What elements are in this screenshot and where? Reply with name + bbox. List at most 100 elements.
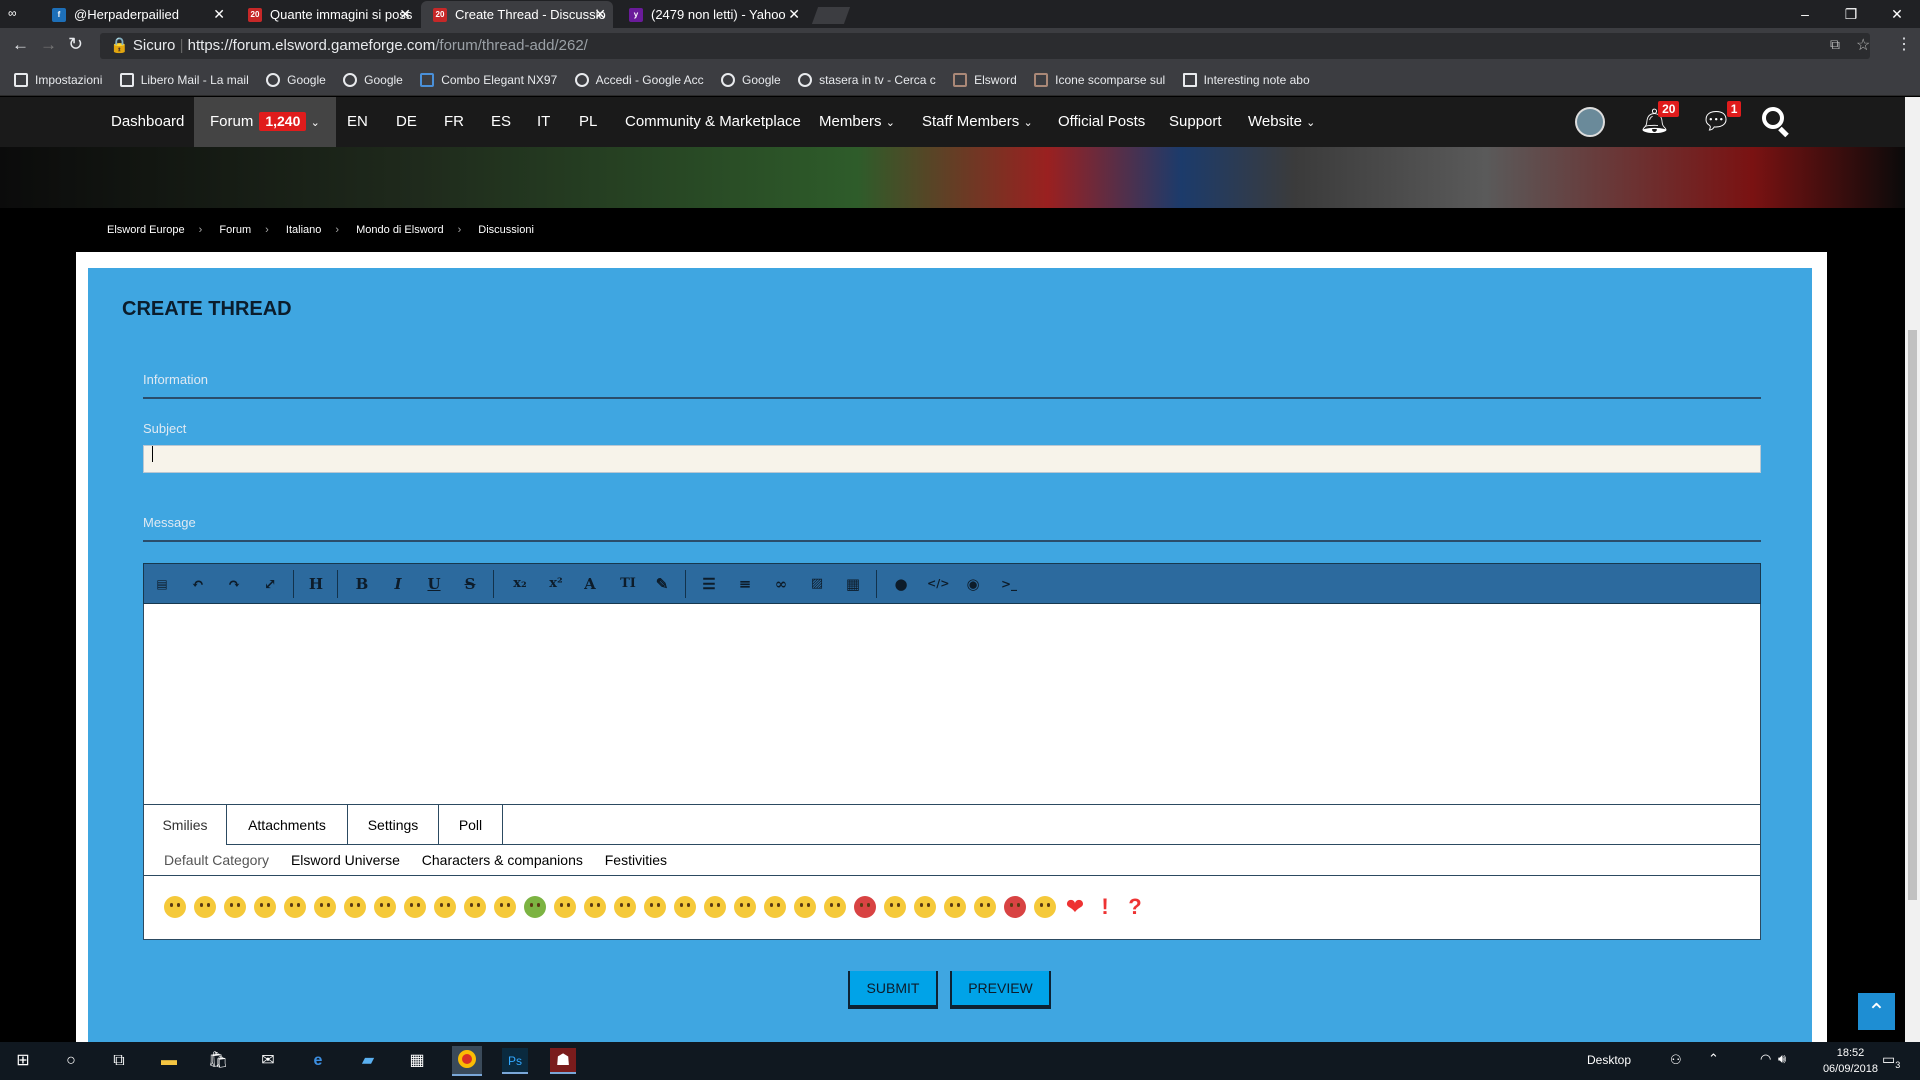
fullscreen-icon[interactable]: ⤢ [262, 576, 278, 592]
question-icon[interactable]: ? [1124, 896, 1146, 918]
smiley-icon[interactable] [314, 896, 336, 918]
smiley-icon[interactable] [614, 896, 636, 918]
tray-chevron-icon[interactable]: ⌃ [1708, 1051, 1719, 1067]
quote-icon[interactable]: ● [893, 576, 909, 592]
superscript-icon[interactable]: x² [546, 576, 566, 592]
exclamation-icon[interactable]: ! [1094, 896, 1116, 918]
preview-button[interactable]: PREVIEW [950, 971, 1051, 1009]
network-icon[interactable]: ◠ [1760, 1051, 1771, 1067]
smiley-icon[interactable] [734, 896, 756, 918]
heart-eyes-smiley-icon[interactable] [794, 896, 816, 918]
redo-icon[interactable]: ↷ [226, 576, 242, 592]
sick-smiley-icon[interactable] [524, 896, 546, 918]
smiley-icon[interactable] [644, 896, 666, 918]
elsword-game-icon[interactable]: ☗ [550, 1048, 576, 1074]
forward-icon[interactable]: → [40, 35, 57, 55]
cortana-icon[interactable]: ○ [58, 1048, 84, 1074]
volume-icon[interactable]: 🔊︎ [1778, 1051, 1786, 1067]
submit-button[interactable]: SUBMIT [848, 971, 938, 1009]
task-view-icon[interactable]: ⧉ [106, 1048, 132, 1074]
photoshop-icon[interactable]: Ps [502, 1048, 528, 1074]
nav-dashboard[interactable]: Dashboard [111, 97, 184, 147]
nav-en[interactable]: EN [347, 97, 368, 147]
nav-community[interactable]: Community & Marketplace [625, 97, 801, 147]
scroll-to-top-button[interactable]: ⌃ [1858, 993, 1895, 1030]
smiley-icon[interactable] [254, 896, 276, 918]
bookmark[interactable]: Google [721, 64, 781, 95]
thumbs-down-icon[interactable] [884, 896, 906, 918]
smiley-icon[interactable] [974, 896, 996, 918]
subject-input[interactable] [143, 445, 1761, 473]
smiley-icon[interactable] [374, 896, 396, 918]
category-characters[interactable]: Characters & companions [422, 852, 583, 868]
nav-pl[interactable]: PL [579, 97, 597, 147]
bookmark[interactable]: Google [266, 64, 326, 95]
reload-icon[interactable]: ↻ [68, 34, 83, 55]
link-icon[interactable]: ∞ [773, 576, 789, 592]
avatar[interactable] [1575, 107, 1605, 137]
italic-icon[interactable]: I [390, 576, 406, 592]
search-icon[interactable] [1762, 107, 1784, 129]
windows-start-icon[interactable]: ⊞ [10, 1048, 36, 1074]
nav-forum[interactable]: Forum 1,240 ⌄ [194, 97, 336, 148]
bookmark[interactable]: Combo Elegant NX97 [420, 64, 557, 95]
close-tab-icon[interactable]: ✕ [399, 1, 411, 28]
list-icon[interactable]: ☰ [701, 576, 717, 592]
category-festivities[interactable]: Festivities [605, 852, 667, 868]
browser-tab[interactable]: y (2479 non letti) - Yahoo ✕ [617, 1, 807, 28]
bold-icon[interactable]: B [354, 576, 370, 592]
nav-members[interactable]: Members ⌄ [819, 97, 895, 148]
browser-tab[interactable]: f @Herpaderpailied ✕ [40, 1, 232, 28]
bookmark[interactable]: Accedi - Google Acc [574, 64, 704, 95]
nav-support[interactable]: Support [1169, 97, 1222, 147]
notifications-icon[interactable]: 🔔︎ 20 [1639, 101, 1680, 135]
smiley-icon[interactable] [704, 896, 726, 918]
minimize-icon[interactable]: – [1782, 0, 1828, 28]
smiley-icon[interactable] [944, 896, 966, 918]
sunglasses-smiley-icon[interactable] [674, 896, 696, 918]
store-icon[interactable]: 🛍︎ [205, 1048, 231, 1074]
table-icon[interactable]: ▦ [845, 576, 861, 592]
breadcrumb-item[interactable]: Elsword Europe [107, 224, 185, 236]
heading-icon[interactable]: H [308, 576, 324, 592]
translate-icon[interactable]: ⧉ [1830, 36, 1840, 53]
maximize-icon[interactable]: ❐ [1828, 0, 1874, 28]
angel-smiley-icon[interactable] [1034, 896, 1056, 918]
desktop-label[interactable]: Desktop [1587, 1053, 1631, 1067]
color-icon[interactable]: ✎ [654, 576, 670, 592]
terminal-icon[interactable]: >_ [1001, 576, 1017, 592]
font-family-icon[interactable]: TI [618, 576, 638, 592]
bookmark[interactable]: Icone scomparse sul [1034, 64, 1165, 95]
strike-icon[interactable]: S [462, 576, 478, 592]
thumbs-up-icon[interactable] [914, 896, 936, 918]
smiley-icon[interactable] [464, 896, 486, 918]
smiley-icon[interactable] [824, 896, 846, 918]
smiley-icon[interactable] [494, 896, 516, 918]
menu-icon[interactable]: ⋮ [1896, 34, 1912, 54]
close-tab-icon[interactable]: ✕ [594, 1, 606, 28]
smiley-icon[interactable] [344, 896, 366, 918]
source-icon[interactable]: ▤ [154, 576, 170, 592]
close-tab-icon[interactable]: ✕ [213, 1, 225, 28]
subscript-icon[interactable]: x₂ [510, 576, 530, 592]
back-icon[interactable]: ← [12, 35, 29, 55]
mail-icon[interactable]: ✉ [255, 1048, 281, 1074]
tab-attachments[interactable]: Attachments [227, 805, 348, 846]
nav-de[interactable]: DE [396, 97, 417, 147]
new-tab-button[interactable] [811, 7, 851, 24]
smiley-icon[interactable] [284, 896, 306, 918]
address-bar[interactable]: 🔒 Sicuro | https://forum.elsword.gamefor… [100, 33, 1870, 59]
bookmark[interactable]: Libero Mail - La mail [119, 64, 249, 95]
bookmark[interactable]: Impostazioni [14, 64, 102, 95]
smiley-icon[interactable] [764, 896, 786, 918]
star-icon[interactable]: ☆ [1856, 35, 1870, 55]
app-icon[interactable]: ▰ [355, 1048, 381, 1074]
smiley-icon[interactable] [434, 896, 456, 918]
smiley-icon[interactable] [584, 896, 606, 918]
nav-fr[interactable]: FR [444, 97, 464, 147]
smiley-icon[interactable] [194, 896, 216, 918]
breadcrumb-item[interactable]: Italiano [286, 224, 321, 236]
bookmark[interactable]: Google [343, 64, 403, 95]
breadcrumb-item[interactable]: Mondo di Elsword [356, 224, 443, 236]
message-editor[interactable] [143, 604, 1761, 804]
